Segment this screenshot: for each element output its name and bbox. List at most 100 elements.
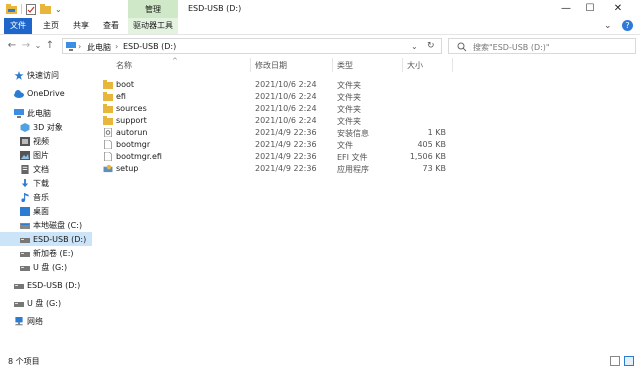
maximize-button[interactable]: ☐ [584,3,596,15]
expand-ribbon-icon[interactable]: ⌄ [604,21,612,31]
file-date: 2021/10/6 2:24 [255,80,317,89]
cube-icon [20,122,30,132]
file-row-efi[interactable]: efi 2021/10/6 2:24 文件夹 [100,91,640,103]
file-size: 1,506 KB [409,152,446,161]
customize-toolbar-icon[interactable]: ⌄ [55,5,62,14]
back-button[interactable]: ← [6,39,18,53]
sidebar-item-3d-objects[interactable]: 3D 对象 [0,120,92,134]
sidebar-item-esd-usb-d[interactable]: ESD-USB (D:) [0,232,92,246]
file-list: 名称 ^ 修改日期 类型 大小 boot 2021/10/6 2:24 文件夹 … [100,57,640,348]
sidebar-item-documents[interactable]: 文档 [0,162,92,176]
search-icon [457,42,467,52]
column-divider[interactable] [452,58,453,72]
sidebar-item-pictures[interactable]: 图片 [0,148,92,162]
cloud-icon [14,89,24,98]
refresh-icon[interactable]: ↻ [427,41,435,51]
sidebar-item-onedrive[interactable]: OneDrive [0,86,92,100]
navigation-bar: ← → ⌄ ↑ › 此电脑 › ESD-USB (D:) ⌄ ↻ 搜索"ESD-… [0,35,640,57]
sidebar-item-downloads[interactable]: 下载 [0,176,92,190]
folder-icon [103,92,113,101]
file-date: 2021/10/6 2:24 [255,104,317,113]
column-header-date[interactable]: 修改日期 [255,60,287,71]
column-header-name[interactable]: 名称 [116,60,132,71]
sidebar-item-network[interactable]: 网络 [0,314,92,328]
minimize-button[interactable]: — [560,3,572,15]
drive-icon [20,222,30,229]
file-name: boot [116,80,135,89]
tab-home[interactable]: 主页 [38,18,64,34]
breadcrumb-this-pc[interactable]: 此电脑 [87,42,111,53]
usb-drive-icon [20,265,30,271]
file-type: 文件夹 [337,93,361,102]
column-divider[interactable] [402,58,403,72]
file-row-autorun[interactable]: autorun 2021/4/9 22:36 安装信息 1 KB [100,127,640,139]
file-size: 1 KB [427,128,446,137]
sidebar-item-usb-g[interactable]: U 盘 (G:) [0,260,92,274]
item-count: 8 个项目 [8,357,40,366]
properties-icon[interactable] [26,3,36,15]
file-date: 2021/10/6 2:24 [255,92,317,101]
sidebar-item-local-disk-c[interactable]: 本地磁盘 (C:) [0,218,92,232]
file-name: efi [116,92,126,101]
file-icon [104,140,112,149]
tab-file[interactable]: 文件 [4,18,32,34]
music-icon [21,192,29,202]
file-type: 文件夹 [337,105,361,114]
file-type: 文件夹 [337,81,361,90]
address-dropdown-icon[interactable]: ⌄ [411,42,418,51]
breadcrumb-esd-usb[interactable]: ESD-USB (D:) [123,42,176,51]
column-headers: 名称 ^ 修改日期 类型 大小 [100,57,640,72]
file-row-bootmgr[interactable]: bootmgr 2021/4/9 22:36 文件 405 KB [100,139,640,151]
file-date: 2021/10/6 2:24 [255,116,317,125]
sidebar-item-usb-g-root[interactable]: U 盘 (G:) [0,296,92,310]
network-icon [15,316,23,325]
column-divider[interactable] [250,58,251,72]
file-date: 2021/4/9 22:36 [255,128,317,137]
tab-drive-tools[interactable]: 驱动器工具 [128,18,178,34]
video-icon [20,136,30,146]
sidebar-item-desktop[interactable]: 桌面 [0,204,92,218]
large-icons-view-icon[interactable] [624,356,634,366]
details-view-icon[interactable] [610,356,620,366]
file-name: setup [116,164,139,173]
file-row-support[interactable]: support 2021/10/6 2:24 文件夹 [100,115,640,127]
forward-button[interactable]: → [20,39,32,53]
search-input[interactable]: 搜索"ESD-USB (D:)" [473,42,550,53]
sidebar-item-esd-usb-d-root[interactable]: ESD-USB (D:) [0,278,92,292]
file-icon [104,152,112,161]
drive-icon [20,251,30,257]
sidebar-item-quick-access[interactable]: 快速访问 [0,68,92,82]
star-icon [14,70,24,80]
column-header-size[interactable]: 大小 [407,60,423,71]
file-type: 应用程序 [337,165,369,174]
file-date: 2021/4/9 22:36 [255,164,317,173]
tab-share[interactable]: 共享 [68,18,94,34]
sidebar-item-music[interactable]: 音乐 [0,190,92,204]
file-name: sources [116,104,147,113]
help-icon[interactable]: ? [622,20,633,31]
file-row-bootmgr-efi[interactable]: bootmgr.efi 2021/4/9 22:36 EFI 文件 1,506 … [100,151,640,163]
column-header-type[interactable]: 类型 [337,60,353,71]
file-name: support [116,116,147,125]
computer-icon [66,42,76,51]
tab-view[interactable]: 查看 [98,18,124,34]
context-group-manage: 管理 [128,0,178,18]
column-divider[interactable] [332,58,333,72]
close-button[interactable]: ✕ [612,3,624,15]
up-button[interactable]: ↑ [44,39,56,53]
sidebar-item-this-pc[interactable]: 此电脑 [0,106,92,120]
file-date: 2021/4/9 22:36 [255,152,317,161]
setup-info-icon [104,128,112,137]
address-bar[interactable]: › 此电脑 › ESD-USB (D:) ⌄ ↻ [62,38,442,54]
sidebar-item-new-volume-e[interactable]: 新加卷 (E:) [0,246,92,260]
file-row-setup[interactable]: setup 2021/4/9 22:36 应用程序 73 KB [100,163,640,175]
search-box[interactable]: 搜索"ESD-USB (D:)" [448,38,636,54]
file-name: autorun [116,128,148,137]
file-name: bootmgr [116,140,151,149]
new-folder-icon[interactable] [40,4,51,14]
file-row-sources[interactable]: sources 2021/10/6 2:24 文件夹 [100,103,640,115]
recent-locations-button[interactable]: ⌄ [32,39,44,53]
file-row-boot[interactable]: boot 2021/10/6 2:24 文件夹 [100,79,640,91]
sidebar-item-videos[interactable]: 视频 [0,134,92,148]
computer-icon [14,108,24,118]
